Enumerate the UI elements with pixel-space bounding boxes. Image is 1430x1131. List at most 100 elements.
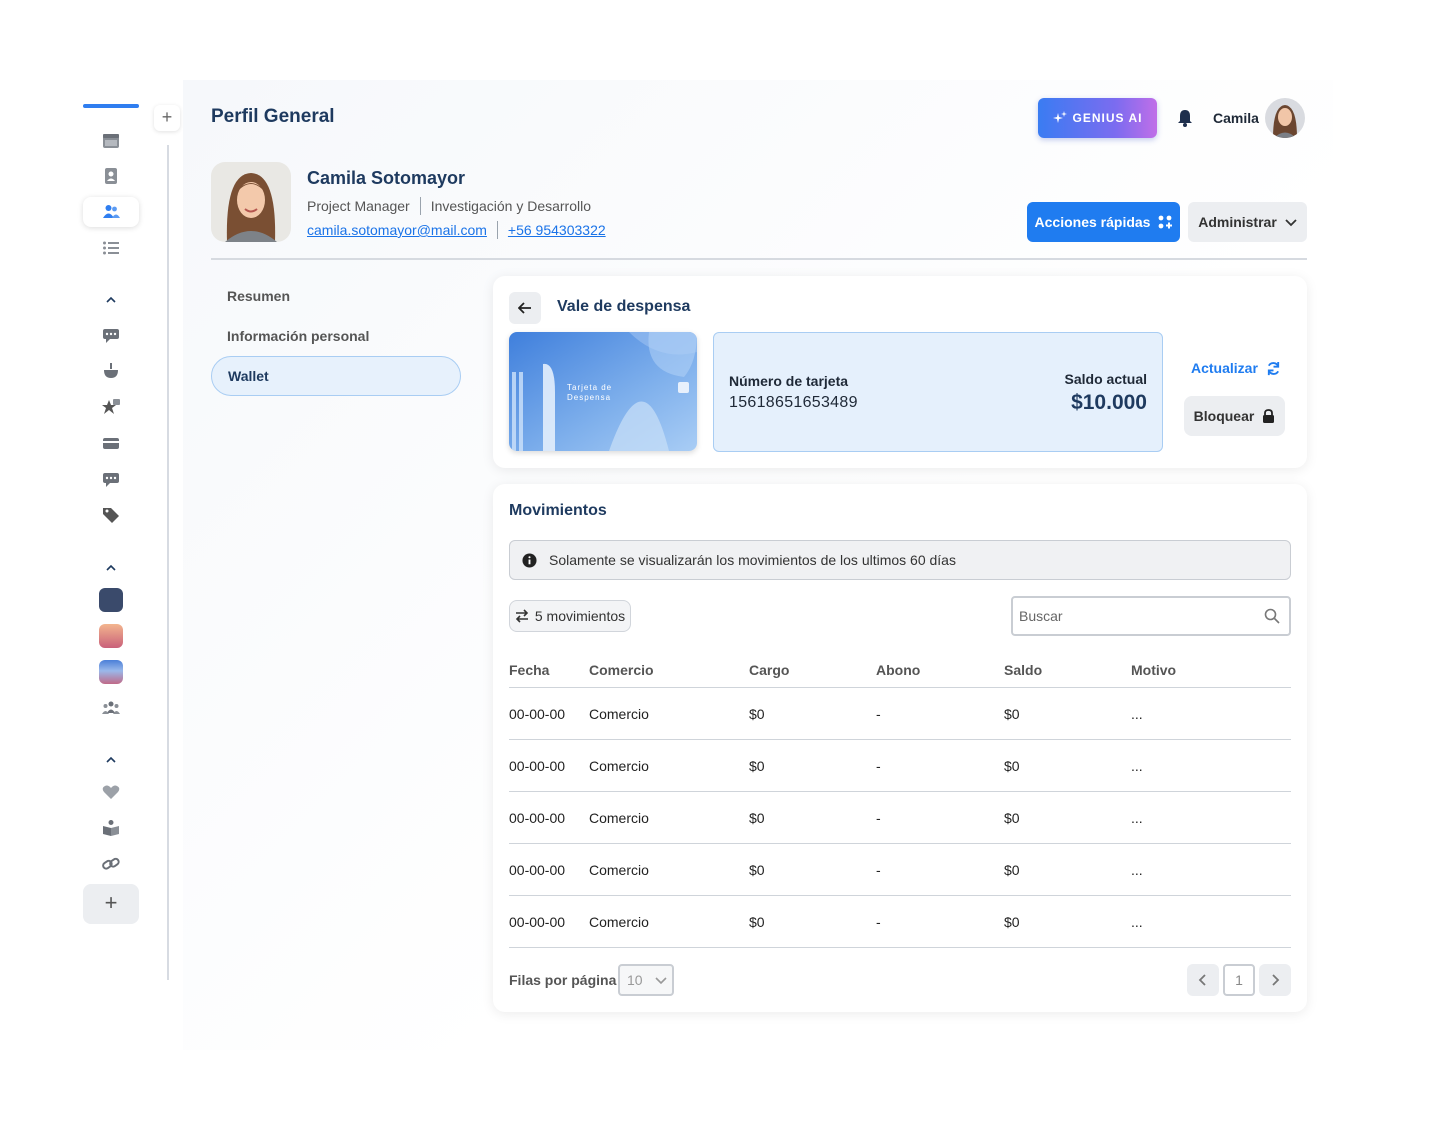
rows-per-page-select[interactable]: 10 (618, 964, 674, 996)
profile-photo-icon (211, 162, 291, 242)
cell-abono: - (876, 861, 881, 878)
app-dome-icon[interactable] (99, 660, 123, 684)
col-motivo[interactable]: Motivo (1131, 662, 1176, 678)
sidebar-item-tags[interactable] (83, 500, 139, 530)
table-row[interactable]: 00-00-00 Comercio $0 - $0 ... (509, 896, 1291, 948)
profile-photo (211, 162, 291, 242)
sidebar-item-favorites[interactable] (83, 777, 139, 807)
nav-item-informacion-personal[interactable]: Información personal (211, 316, 461, 356)
card-number-label: Número de tarjeta (729, 373, 849, 389)
administrar-label: Administrar (1198, 214, 1277, 230)
cell-cargo: $0 (749, 705, 765, 722)
collapse-chevron-1[interactable] (83, 292, 139, 308)
block-button[interactable]: Bloquear (1184, 396, 1285, 436)
sidebar-item-chat[interactable] (83, 320, 139, 350)
col-comercio[interactable]: Comercio (589, 662, 654, 678)
cell-abono: - (876, 809, 881, 826)
next-page-button[interactable] (1259, 964, 1291, 996)
chat-icon (103, 329, 119, 343)
cell-fecha: 00-00-00 (509, 809, 566, 826)
profile-email-link[interactable]: camila.sotomayor@mail.com (307, 222, 487, 238)
quick-actions-button[interactable]: Acciones rápidas (1027, 202, 1180, 242)
sidebar-item-reading[interactable] (83, 813, 139, 843)
sidebar-item-cafe[interactable] (83, 356, 139, 386)
sidebar-item-list[interactable] (83, 233, 139, 263)
back-button[interactable] (509, 292, 541, 324)
sidebar-item-people[interactable] (83, 197, 139, 227)
page-title: Perfil General (211, 106, 335, 127)
notifications-bell[interactable] (1175, 108, 1195, 128)
refresh-button[interactable]: Actualizar (1191, 360, 1281, 376)
sidebar-item-card[interactable] (83, 428, 139, 458)
table-row[interactable]: 00-00-00 Comercio $0 - $0 ... (509, 740, 1291, 792)
col-abono[interactable]: Abono (876, 662, 920, 678)
list-icon (103, 241, 119, 255)
col-fecha[interactable]: Fecha (509, 662, 549, 678)
genius-ai-button[interactable]: GENIUS AI (1038, 98, 1157, 138)
cell-fecha: 00-00-00 (509, 913, 566, 930)
nav-label: Resumen (227, 288, 291, 304)
app-people-centric-icon[interactable] (99, 588, 123, 612)
cell-cargo: $0 (749, 913, 765, 930)
chevron-up-icon (106, 296, 116, 303)
sidebar-item-messages[interactable] (83, 464, 139, 494)
collapse-chevron-3[interactable] (83, 752, 139, 768)
sidebar-item-links[interactable] (83, 849, 139, 879)
avatar[interactable] (1265, 98, 1305, 138)
cell-cargo: $0 (749, 861, 765, 878)
sidebar-item-rating[interactable] (83, 392, 139, 422)
profile-contact-line: camila.sotomayor@mail.com +56 954303322 (307, 221, 606, 239)
heart-icon (102, 785, 120, 799)
prev-page-button[interactable] (1187, 964, 1219, 996)
search-input[interactable] (1013, 598, 1253, 634)
col-cargo[interactable]: Cargo (749, 662, 789, 678)
genius-ai-label: GENIUS AI (1072, 111, 1143, 125)
administrar-dropdown[interactable]: Administrar (1188, 202, 1307, 242)
user-photo-icon (1265, 98, 1305, 138)
current-page[interactable]: 1 (1223, 964, 1255, 996)
refresh-label: Actualizar (1191, 360, 1258, 376)
profile-name: Camila Sotomayor (307, 168, 466, 188)
table-row[interactable]: 00-00-00 Comercio $0 - $0 ... (509, 844, 1291, 896)
info-banner: Solamente se visualizarán los movimiento… (509, 540, 1291, 580)
rows-per-page-label: Filas por página (509, 972, 617, 988)
movements-title: Movimientos (509, 502, 607, 519)
grid-plus-icon (1159, 215, 1173, 229)
balance-value: $10.000 (1071, 391, 1147, 414)
card-number: 15618651653489 (729, 394, 858, 411)
app-sunset-icon[interactable] (99, 624, 123, 648)
lock-icon (1263, 409, 1275, 423)
separator (496, 221, 498, 239)
cell-saldo: $0 (1004, 757, 1020, 774)
table-row[interactable]: 00-00-00 Comercio $0 - $0 ... (509, 688, 1291, 740)
sidebar-item-contact[interactable] (83, 161, 139, 191)
header-user-name[interactable]: Camila (1213, 110, 1259, 126)
sidebar-item-window[interactable] (83, 126, 139, 156)
chevron-up-icon (106, 756, 116, 763)
team-icon (102, 701, 120, 714)
chevron-left-icon (1198, 974, 1206, 986)
cell-saldo: $0 (1004, 861, 1020, 878)
cell-motivo: ... (1131, 705, 1143, 722)
nav-label: Wallet (228, 368, 269, 384)
sidebar-item-team[interactable] (83, 693, 139, 723)
cell-cargo: $0 (749, 809, 765, 826)
nav-item-wallet[interactable]: Wallet (211, 356, 461, 396)
chevron-right-icon (1272, 974, 1280, 986)
book-reader-icon (103, 820, 119, 836)
col-saldo[interactable]: Saldo (1004, 662, 1042, 678)
collapse-chevron-2[interactable] (83, 560, 139, 576)
search-icon[interactable] (1264, 608, 1280, 624)
chevron-up-icon (106, 564, 116, 571)
card-image-label: Tarjeta de Despensa (567, 383, 613, 402)
sidebar-add-button[interactable]: + (83, 884, 139, 924)
table-row[interactable]: 00-00-00 Comercio $0 - $0 ... (509, 792, 1291, 844)
cell-fecha: 00-00-00 (509, 705, 566, 722)
cell-comercio: Comercio (589, 913, 649, 930)
cell-abono: - (876, 913, 881, 930)
sparkle-icon (1052, 111, 1067, 123)
nav-item-resumen[interactable]: Resumen (211, 276, 461, 316)
sidebar-expand-button[interactable]: + (154, 105, 180, 131)
quick-actions-label: Acciones rápidas (1034, 214, 1151, 230)
profile-phone-link[interactable]: +56 954303322 (508, 222, 606, 238)
